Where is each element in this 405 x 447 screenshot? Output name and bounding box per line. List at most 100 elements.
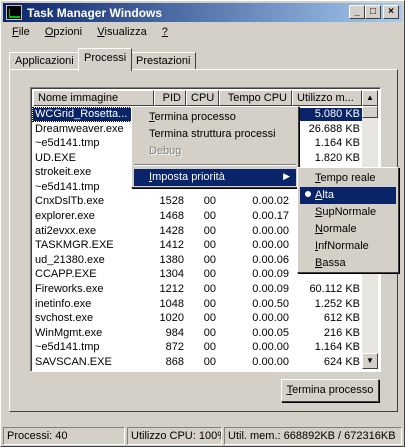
process-cpu: 00: [203, 341, 216, 354]
process-pid: 1428: [159, 224, 184, 237]
process-cpu: 00: [203, 312, 216, 325]
table-row[interactable]: Fireworks.exe 1212 00 0.00.09 60.112 KB: [33, 283, 362, 296]
status-process-count: Processi: 40: [3, 427, 125, 445]
process-cpu-time: 0.00.17: [252, 210, 289, 223]
process-cpu-time: 0.00.00: [252, 341, 289, 354]
process-context-menu: Termina processo Termina struttura proce…: [131, 106, 299, 188]
table-row[interactable]: regsvc.exe 852000.00.00856 KB: [33, 370, 362, 371]
minimize-button[interactable]: _: [349, 5, 365, 19]
process-memory: 612 KB: [323, 312, 360, 325]
process-cpu-time: 0.00.05: [252, 326, 289, 339]
menu-item-priority-below-normal[interactable]: InfNormale: [300, 238, 396, 255]
task-manager-icon: [6, 5, 22, 20]
process-name: explorer.exe: [35, 210, 95, 223]
menu-item-end-process[interactable]: Termina processo: [134, 109, 296, 126]
process-name: CnxDslTb.exe: [35, 195, 105, 208]
process-name: strokeit.exe: [35, 166, 92, 179]
process-pid: 1380: [159, 253, 184, 266]
process-name: ~e5d141.tmp: [35, 137, 100, 150]
process-cpu-time: 0.00.00: [252, 355, 289, 368]
status-cpu-usage: Utilizzo CPU: 100%: [127, 427, 222, 445]
process-name: UD.EXE: [35, 151, 76, 164]
process-pid: 1048: [159, 297, 184, 310]
process-pid: 1412: [159, 239, 184, 252]
column-header-pid[interactable]: PID: [154, 90, 186, 106]
priority-submenu: Tempo reale Alta SupNormale Normale InfN…: [297, 167, 399, 273]
process-cpu-time: 0.00.02: [252, 195, 289, 208]
process-cpu-time: 0.00.50: [252, 297, 289, 310]
menu-file[interactable]: File: [4, 24, 36, 38]
process-memory: 60.112 KB: [309, 282, 360, 295]
maximize-button[interactable]: □: [365, 5, 381, 19]
process-memory: 5.080 KB: [314, 108, 360, 120]
table-row[interactable]: svchost.exe 1020 00 0.00.00 612 KB: [33, 312, 362, 325]
process-memory: 1.252 KB: [314, 297, 360, 310]
scroll-up-icon[interactable]: ▲: [362, 90, 378, 106]
process-memory: 1.164 KB: [314, 341, 360, 354]
process-cpu: 00: [203, 268, 216, 281]
process-memory: 1.164 KB: [314, 137, 360, 150]
menu-item-priority-normal[interactable]: Normale: [300, 221, 396, 238]
process-name: inetinfo.exe: [35, 297, 92, 310]
table-row[interactable]: SAVSCAN.EXE 868 00 0.00.00 624 KB: [33, 356, 362, 369]
process-name: Dreamweaver.exe: [35, 122, 124, 135]
menu-help[interactable]: ?: [156, 24, 174, 38]
process-memory: 624 KB: [323, 355, 360, 368]
column-header-cpu-time[interactable]: Tempo CPU: [219, 90, 292, 106]
title-bar[interactable]: Task Manager Windows _ □ ×: [3, 3, 402, 22]
process-pid: 1468: [159, 210, 184, 223]
column-header-cpu[interactable]: CPU: [186, 90, 219, 106]
process-memory: 1.820 KB: [314, 151, 360, 164]
menu-item-priority-above-normal[interactable]: SupNormale: [300, 204, 396, 221]
process-name: TASKMGR.EXE: [35, 239, 114, 252]
process-pid: 1020: [159, 312, 184, 325]
menu-item-set-priority[interactable]: Imposta priorità ▶: [134, 169, 296, 186]
status-memory-usage: Util. mem.: 668892KB / 672316KB: [224, 427, 402, 445]
tab-processi[interactable]: Processi: [78, 48, 133, 71]
process-name: CCAPP.EXE: [35, 268, 97, 281]
column-header-memory[interactable]: Utilizzo m...: [292, 90, 362, 106]
process-cpu: 00: [203, 282, 216, 295]
process-name: regsvc.exe: [35, 370, 88, 371]
table-row[interactable]: ~e5d141.tmp 872 00 0.00.00 1.164 KB: [33, 341, 362, 354]
menu-view[interactable]: Visualizza: [91, 24, 153, 38]
process-pid: 1304: [159, 268, 184, 281]
process-cpu-time: 0.00.00: [252, 312, 289, 325]
status-bar: Processi: 40 Utilizzo CPU: 100% Util. me…: [3, 427, 402, 445]
task-manager-window: Task Manager Windows _ □ × File Opzioni …: [0, 0, 405, 447]
process-cpu-time: 0.00.00: [252, 224, 289, 237]
process-cpu-time: 0.00.09: [252, 268, 289, 281]
process-cpu-time: 0.00.00: [252, 239, 289, 252]
menu-item-end-process-tree[interactable]: Termina struttura processi: [134, 126, 296, 143]
process-memory: 26.688 KB: [308, 122, 360, 135]
table-row[interactable]: WinMgmt.exe 984 00 0.00.05 216 KB: [33, 327, 362, 340]
process-name: Fireworks.exe: [35, 282, 104, 295]
process-pid: 852: [154, 370, 184, 371]
process-pid: 1528: [159, 195, 184, 208]
close-button[interactable]: ×: [383, 5, 399, 19]
process-cpu: 00: [203, 224, 216, 237]
column-header-image-name[interactable]: Nome immagine: [33, 90, 154, 106]
menu-item-priority-realtime[interactable]: Tempo reale: [300, 170, 396, 187]
menu-item-priority-high[interactable]: Alta: [300, 187, 396, 204]
process-cpu-time: 0.00.00: [219, 370, 289, 371]
end-process-button[interactable]: Termina processo: [281, 379, 379, 402]
process-name: WCGrid_Rosetta...: [35, 108, 128, 120]
menu-item-priority-low[interactable]: Bassa: [300, 255, 396, 272]
process-cpu: 00: [186, 370, 216, 371]
process-name: svchost.exe: [35, 312, 94, 325]
process-cpu: 00: [203, 253, 216, 266]
process-name: ud_21380.exe: [35, 253, 105, 266]
menu-bar: File Opzioni Visualizza ?: [4, 24, 174, 41]
process-name: ~e5d141.tmp: [35, 341, 100, 354]
menu-item-debug: Debug: [149, 145, 182, 157]
process-memory: 216 KB: [323, 326, 360, 339]
table-row[interactable]: inetinfo.exe 1048 00 0.00.50 1.252 KB: [33, 298, 362, 311]
menu-options[interactable]: Opzioni: [39, 24, 88, 38]
window-title: Task Manager Windows: [27, 6, 163, 20]
process-name: SAVSCAN.EXE: [35, 355, 112, 368]
process-cpu: 00: [203, 210, 216, 223]
scroll-down-icon[interactable]: ▼: [362, 353, 378, 369]
process-pid: 872: [165, 341, 184, 354]
scroll-thumb[interactable]: [362, 106, 378, 118]
